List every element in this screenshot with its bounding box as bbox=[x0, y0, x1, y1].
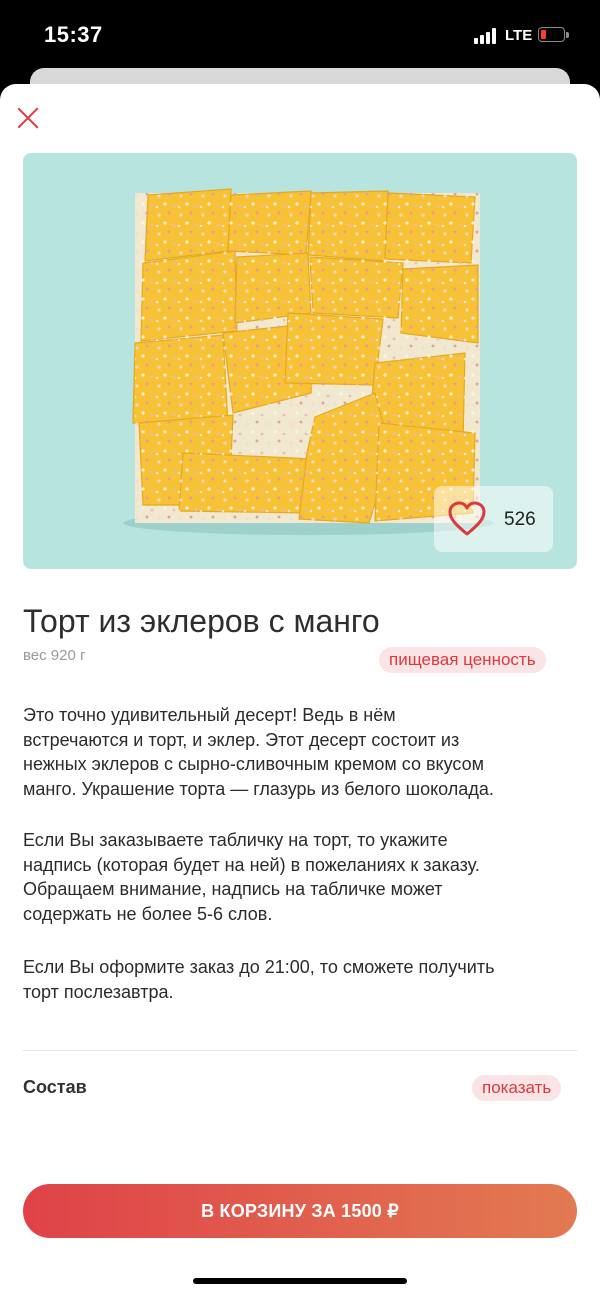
signal-icon bbox=[474, 28, 498, 44]
description-line: нежных эклеров с сырно-сливочным кремом … bbox=[23, 754, 484, 774]
close-icon[interactable] bbox=[16, 106, 40, 130]
description-line: Если Вы заказываете табличку на торт, то… bbox=[23, 830, 448, 850]
heart-icon[interactable] bbox=[448, 501, 486, 537]
delivery-info-paragraph: Если Вы оформите заказ до 21:00, то смож… bbox=[23, 955, 583, 1004]
description-line: надпись (которая будет на ней) в пожелан… bbox=[23, 854, 480, 875]
description-line: содержать не более 5-6 слов. bbox=[23, 903, 273, 924]
nutrition-button[interactable]: пищевая ценность bbox=[379, 647, 546, 673]
battery-icon bbox=[538, 27, 570, 43]
description-line: Если Вы оформите заказ до 21:00, то смож… bbox=[23, 957, 495, 977]
description-line: встречаются и торт, и эклер. Этот десерт… bbox=[23, 729, 460, 750]
add-to-cart-button[interactable]: В КОРЗИНУ ЗА 1500 ₽ bbox=[23, 1184, 577, 1238]
description-line: торт послезавтра. bbox=[23, 981, 174, 1002]
add-to-cart-label: В КОРЗИНУ ЗА 1500 ₽ bbox=[201, 1200, 399, 1221]
home-indicator bbox=[193, 1278, 407, 1284]
divider bbox=[23, 1050, 577, 1051]
status-time: 15:37 bbox=[44, 22, 103, 47]
description-paragraph: Это точно удивительный десерт! Ведь в нё… bbox=[23, 703, 583, 801]
likes-count: 526 bbox=[504, 509, 536, 530]
show-composition-button[interactable]: показать bbox=[472, 1075, 562, 1101]
product-weight: вес 920 г bbox=[23, 647, 86, 664]
description-line: Это точно удивительный десерт! Ведь в нё… bbox=[23, 705, 396, 725]
network-label: LTE bbox=[505, 27, 533, 44]
like-counter[interactable]: 526 bbox=[434, 486, 553, 552]
status-bar: 15:37 LTE bbox=[0, 0, 600, 70]
product-title: Торт из эклеров с манго bbox=[23, 603, 380, 639]
plaque-info-paragraph: Если Вы заказываете табличку на торт, то… bbox=[23, 828, 583, 926]
description-line: Обращаем внимание, надпись на табличке м… bbox=[23, 879, 443, 899]
description-line: манго. Украшение торта — глазурь из бело… bbox=[23, 778, 494, 799]
composition-label: Состав bbox=[23, 1077, 87, 1097]
